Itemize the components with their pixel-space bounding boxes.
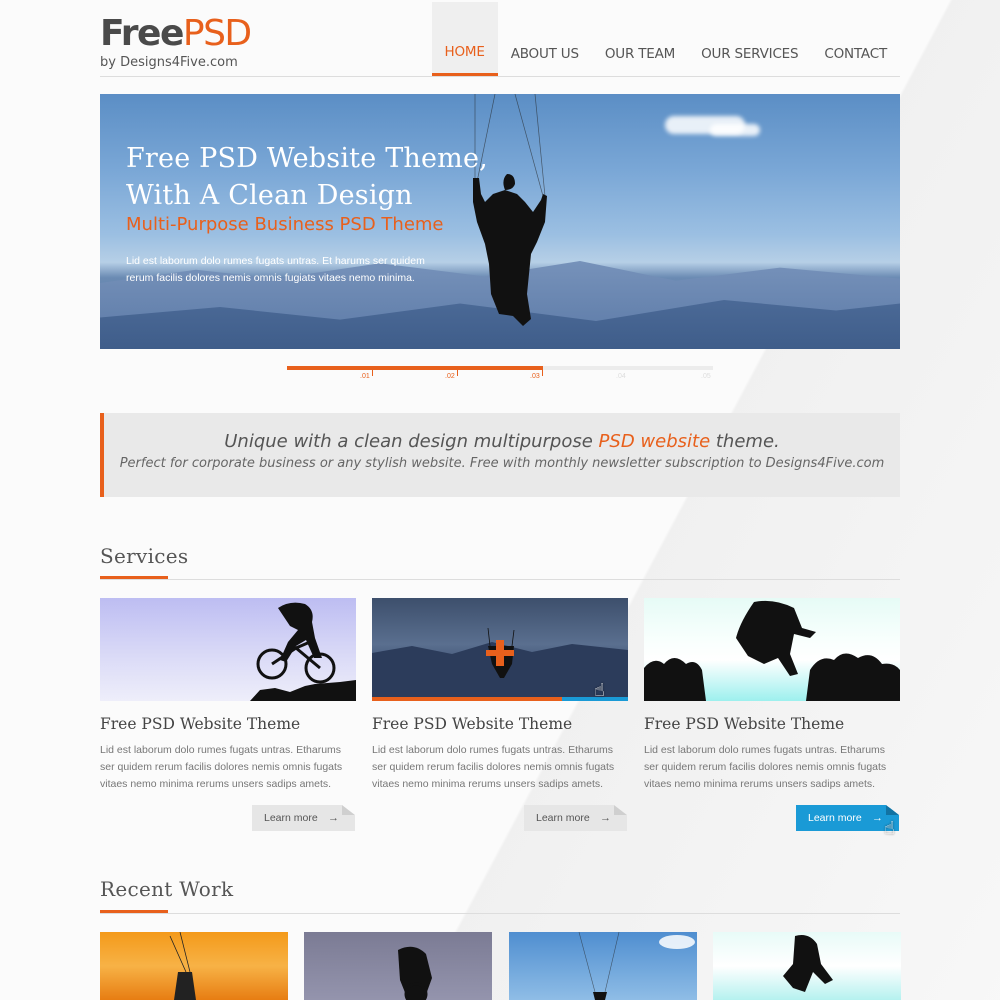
- hero-title: Free PSD Website Theme, With A Clean Des…: [126, 143, 488, 211]
- service-card-text: Lid est laborum dolo rumes fugats untras…: [644, 744, 887, 790]
- nav-item-home[interactable]: HOME: [431, 2, 498, 76]
- slider-progress: [287, 366, 543, 370]
- slider-dot-4[interactable]: .04: [616, 373, 626, 380]
- work-thumb-jumper[interactable]: [713, 932, 901, 1000]
- work-thumb-kitesurf[interactable]: [100, 932, 288, 1000]
- arrow-right-icon: →: [600, 812, 611, 824]
- corner-fold: [614, 805, 627, 815]
- service-card-text: Lid est laborum dolo rumes fugats untras…: [372, 744, 615, 790]
- slider-dot-1[interactable]: .01: [360, 373, 370, 380]
- corner-fold: [342, 805, 355, 815]
- kitesurf-silhouette: [169, 932, 196, 1000]
- service-image-paraglider[interactable]: ☝: [372, 598, 628, 701]
- hero-subtitle: Multi-Purpose Business PSD Theme: [126, 214, 444, 235]
- services-underline: [100, 576, 168, 579]
- arrow-right-icon: →: [328, 812, 339, 824]
- service-card-text: Lid est laborum dolo rumes fugats untras…: [100, 744, 343, 790]
- hand-cursor-icon: ☝: [884, 818, 895, 838]
- hand-cursor-icon: ☝: [594, 680, 605, 700]
- paraglider-silhouette: [372, 627, 628, 701]
- slider-tick: [372, 370, 373, 376]
- arrow-right-icon: →: [872, 812, 883, 824]
- slider-tick: [457, 370, 458, 376]
- jumper-silhouette: [783, 935, 833, 992]
- service-card: Free PSD Website Theme Lid est laborum d…: [100, 598, 356, 831]
- slider-pagination[interactable]: .01 .02 .03 .04 .05: [287, 366, 713, 380]
- recent-work-divider: [100, 913, 900, 914]
- logo[interactable]: FreePSD by Designs4Five.com: [100, 13, 252, 71]
- biker-silhouette: [250, 602, 356, 701]
- nav-item-contact[interactable]: CONTACT: [811, 2, 900, 76]
- learn-more-button[interactable]: Learn more →: [252, 805, 355, 831]
- services-divider: [100, 579, 900, 580]
- slider-dot-5[interactable]: .05: [701, 373, 711, 380]
- tagline-highlight: PSD website: [598, 431, 711, 452]
- service-card-title: Free PSD Website Theme: [372, 715, 573, 733]
- tagline-sub: Perfect for corporate business or any st…: [119, 456, 885, 471]
- biker-silhouette: [398, 946, 432, 1000]
- tagline-main: Unique with a clean design multipurpose …: [224, 431, 780, 452]
- hero-text: Lid est laborum dolo rumes fugats untras…: [126, 255, 425, 284]
- header-divider: [100, 76, 900, 77]
- services-heading: Services: [100, 544, 189, 568]
- logo-title: FreePSD: [100, 13, 252, 54]
- image-progress-bar: [372, 697, 562, 701]
- nav-item-about-us[interactable]: ABOUT US: [498, 2, 592, 76]
- work-thumb-biker[interactable]: [304, 932, 492, 1000]
- hero-slider[interactable]: Free PSD Website Theme, With A Clean Des…: [100, 94, 900, 349]
- recent-work-underline: [100, 910, 168, 913]
- corner-fold: [886, 805, 899, 815]
- service-image-biker[interactable]: [100, 598, 356, 701]
- tagline-box: Unique with a clean design multipurpose …: [100, 413, 900, 497]
- paraglider-silhouette: [473, 94, 547, 326]
- work-thumb-paraglider[interactable]: [509, 932, 697, 1000]
- slider-dot-2[interactable]: .02: [445, 373, 455, 380]
- service-card: ☝ Free PSD Website Theme Lid est laborum…: [372, 598, 628, 831]
- service-card: Free PSD Website Theme Lid est laborum d…: [644, 598, 900, 838]
- nav-item-our-services[interactable]: OUR SERVICES: [688, 2, 811, 76]
- service-image-jumper[interactable]: [644, 598, 900, 701]
- slider-dot-3[interactable]: .03: [530, 373, 540, 380]
- main-nav: HOME ABOUT US OUR TEAM OUR SERVICES CONT…: [431, 2, 900, 76]
- slider-tick: [542, 370, 543, 376]
- logo-subtitle: by Designs4Five.com: [100, 55, 238, 70]
- cloud: [710, 124, 760, 136]
- recent-work-heading: Recent Work: [100, 877, 234, 901]
- service-card-title: Free PSD Website Theme: [100, 715, 301, 733]
- jumper-silhouette: [644, 600, 900, 701]
- nav-item-our-team[interactable]: OUR TEAM: [592, 2, 688, 76]
- paraglider-silhouette: [578, 932, 695, 1000]
- learn-more-button[interactable]: Learn more →: [524, 805, 627, 831]
- service-card-title: Free PSD Website Theme: [644, 715, 845, 733]
